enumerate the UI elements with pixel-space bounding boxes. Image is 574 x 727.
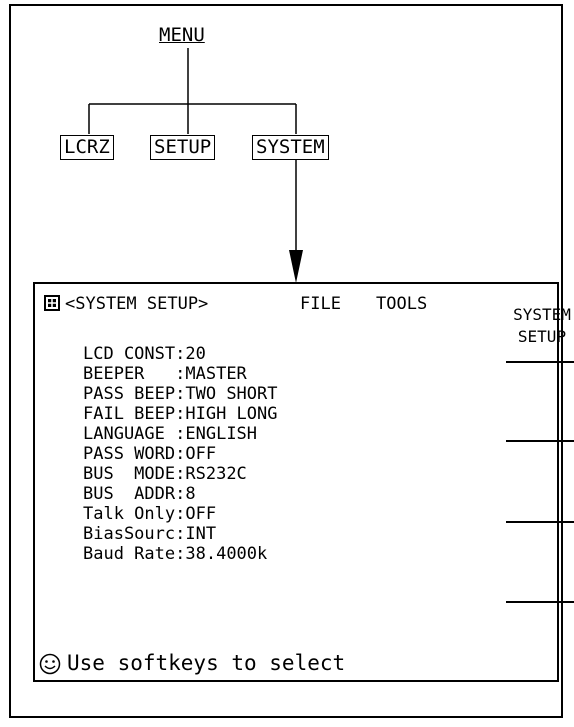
param-value[interactable]: MASTER bbox=[185, 364, 246, 384]
param-label: LCD CONST bbox=[83, 344, 176, 364]
param-label: Baud Rate bbox=[83, 544, 176, 564]
param-row[interactable]: Baud Rate:38.4000k bbox=[83, 544, 278, 564]
menu-root-label: MENU bbox=[159, 24, 205, 46]
softkey-4-underline bbox=[506, 601, 574, 603]
status-message: Use softkeys to select bbox=[67, 651, 346, 675]
menu-node-system: SYSTEM bbox=[252, 135, 329, 160]
softkey-system-setup[interactable]: SYSTEM SETUP bbox=[502, 304, 574, 348]
param-row[interactable]: FAIL BEEP:HIGH LONG bbox=[83, 404, 278, 424]
param-label: PASS BEEP bbox=[83, 384, 176, 404]
param-row[interactable]: LCD CONST:20 bbox=[83, 344, 278, 364]
arrow-down-icon bbox=[289, 250, 303, 283]
system-setup-screen: <SYSTEM SETUP> FILE TOOLS SYSTEM SETUP L… bbox=[33, 282, 574, 682]
param-value[interactable]: OFF bbox=[185, 444, 216, 464]
param-value[interactable]: 38.4000k bbox=[185, 544, 267, 564]
param-value[interactable]: 8 bbox=[185, 484, 195, 504]
softkey-3-underline bbox=[506, 521, 574, 523]
softkey-label: SYSTEM SETUP bbox=[513, 305, 571, 346]
param-list: LCD CONST:20 BEEPER :MASTER PASS BEEP:TWO … bbox=[83, 344, 278, 564]
param-value[interactable]: INT bbox=[185, 524, 216, 544]
param-label: BEEPER bbox=[83, 364, 176, 384]
smiley-icon bbox=[39, 653, 61, 679]
softkey-1-underline bbox=[506, 361, 574, 363]
menu-file[interactable]: FILE bbox=[300, 294, 341, 314]
param-row[interactable]: PASS BEEP:TWO SHORT bbox=[83, 384, 278, 404]
param-row[interactable]: BiasSourc:INT bbox=[83, 524, 278, 544]
param-label: FAIL BEEP bbox=[83, 404, 176, 424]
param-value[interactable]: ENGLISH bbox=[185, 424, 257, 444]
disk-icon bbox=[43, 294, 61, 312]
param-row[interactable]: BEEPER :MASTER bbox=[83, 364, 278, 384]
param-label: BUS MODE bbox=[83, 464, 176, 484]
menu-node-lcrz: LCRZ bbox=[60, 135, 114, 160]
param-label: LANGUAGE bbox=[83, 424, 176, 444]
param-value[interactable]: TWO SHORT bbox=[185, 384, 277, 404]
param-label: Talk Only bbox=[83, 504, 176, 524]
param-row[interactable]: BUS MODE:RS232C bbox=[83, 464, 278, 484]
screen-title: <SYSTEM SETUP> bbox=[65, 294, 209, 314]
param-value[interactable]: OFF bbox=[185, 504, 216, 524]
param-label: BUS ADDR bbox=[83, 484, 176, 504]
menu-node-setup: SETUP bbox=[150, 135, 216, 160]
menu-tools[interactable]: TOOLS bbox=[376, 294, 427, 314]
param-label: BiasSourc bbox=[83, 524, 176, 544]
param-value[interactable]: RS232C bbox=[185, 464, 246, 484]
param-row[interactable]: LANGUAGE :ENGLISH bbox=[83, 424, 278, 444]
param-row[interactable]: Talk Only:OFF bbox=[83, 504, 278, 524]
param-value[interactable]: HIGH LONG bbox=[185, 404, 277, 424]
softkey-2-underline bbox=[506, 440, 574, 442]
param-label: PASS WORD bbox=[83, 444, 176, 464]
param-row[interactable]: PASS WORD:OFF bbox=[83, 444, 278, 464]
param-row[interactable]: BUS ADDR:8 bbox=[83, 484, 278, 504]
param-value[interactable]: 20 bbox=[185, 344, 205, 364]
